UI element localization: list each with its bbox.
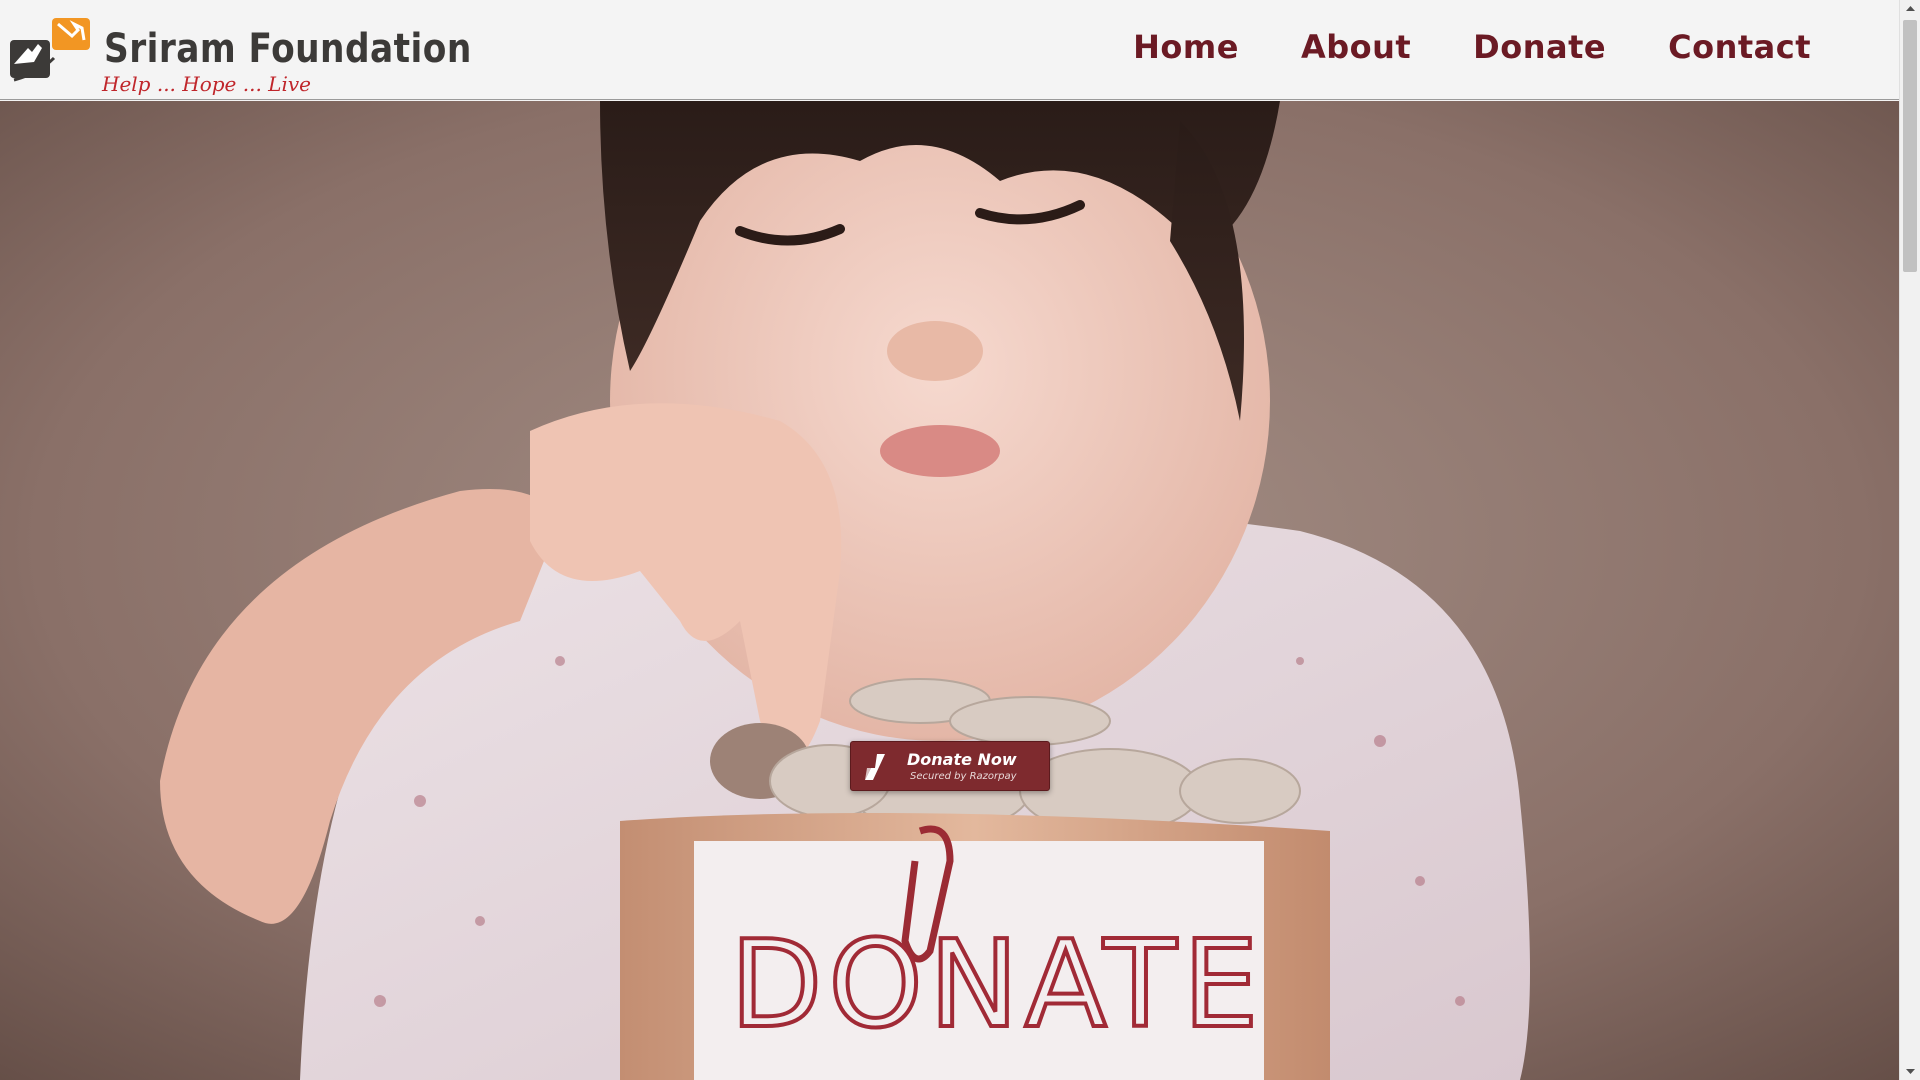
nav-about[interactable]: About	[1301, 28, 1411, 66]
brand-tagline: Help ... Hope ... Live	[102, 72, 311, 96]
nav-home[interactable]: Home	[1133, 28, 1239, 66]
donate-now-button[interactable]: Donate Now Secured by Razorpay	[850, 741, 1050, 791]
scroll-up-arrow-icon[interactable]	[1900, 0, 1920, 18]
scrollbar-thumb[interactable]	[1903, 20, 1917, 272]
donate-now-label: Donate Now	[907, 750, 1017, 769]
site-header: Sriram Foundation Help ... Hope ... Live…	[0, 0, 1899, 100]
vertical-scrollbar[interactable]	[1899, 0, 1920, 1080]
nav-contact[interactable]: Contact	[1668, 28, 1811, 66]
helping-hands-icon	[10, 18, 90, 82]
brand-name: Sriram Foundation	[104, 26, 472, 72]
site-logo[interactable]: Sriram Foundation Help ... Hope ... Live	[8, 12, 471, 96]
hero-image: DONATE	[0, 101, 1899, 1080]
hero-banner: DONATE Donate Now Secured by Razorpay	[0, 101, 1899, 1080]
secured-by-label: Secured by Razorpay	[910, 771, 1017, 782]
scroll-down-arrow-icon[interactable]	[1900, 1062, 1920, 1080]
main-nav: Home About Donate Contact	[1133, 28, 1811, 66]
nav-donate[interactable]: Donate	[1473, 28, 1606, 66]
donation-box-label: DONATE	[730, 916, 1265, 1055]
razorpay-icon	[865, 754, 885, 780]
